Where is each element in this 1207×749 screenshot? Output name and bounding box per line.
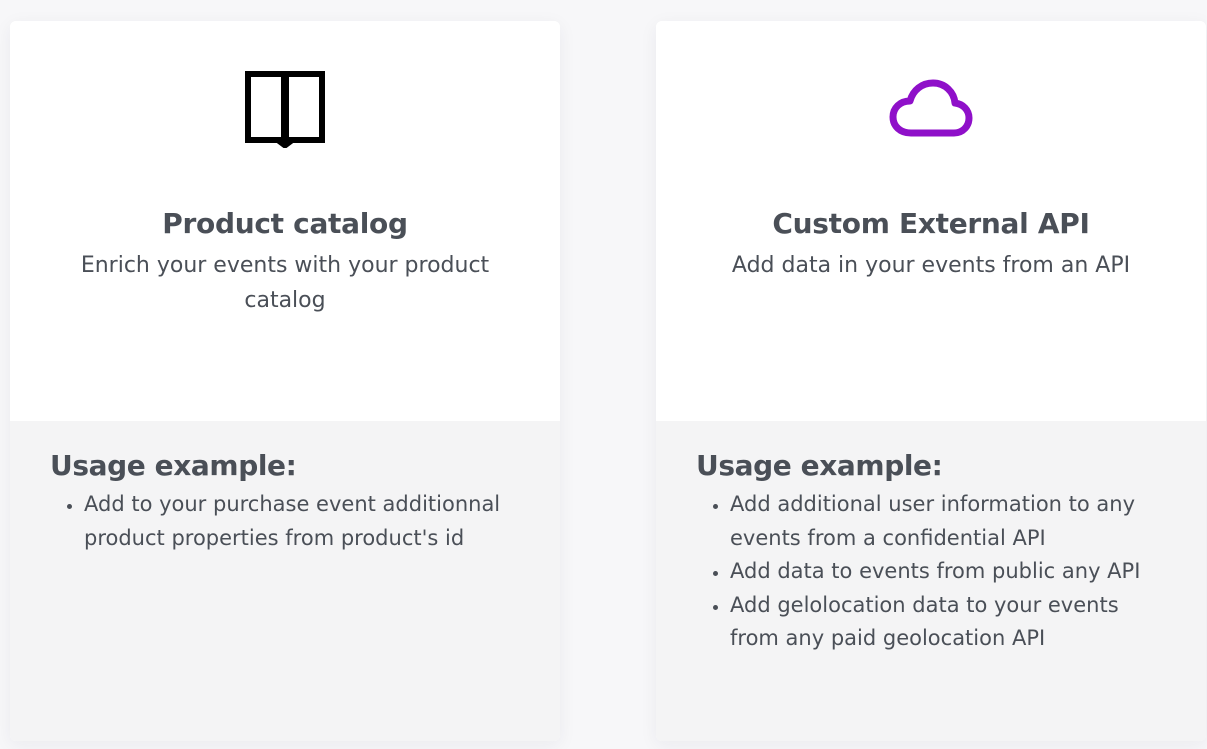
card-title: Product catalog xyxy=(162,207,408,240)
usage-heading: Usage example: xyxy=(696,449,943,482)
card-title: Custom External API xyxy=(772,207,1090,240)
integration-cards-page: Product catalog Enrich your events with … xyxy=(0,0,1207,749)
product-catalog-card[interactable]: Product catalog Enrich your events with … xyxy=(10,21,560,741)
card-icon-wrap xyxy=(656,71,1206,151)
book-icon xyxy=(244,70,326,152)
card-header: Product catalog Enrich your events with … xyxy=(10,21,560,421)
custom-external-api-card[interactable]: Custom External API Add data in your eve… xyxy=(656,21,1206,741)
card-icon-wrap xyxy=(10,71,560,151)
card-header: Custom External API Add data in your eve… xyxy=(656,21,1206,421)
card-description: Enrich your events with your product cat… xyxy=(80,253,490,313)
usage-section: Usage example: Add to your purchase even… xyxy=(10,421,560,741)
card-description: Add data in your events from an API xyxy=(731,253,1131,278)
usage-item: Add to your purchase event additionnal p… xyxy=(84,488,524,555)
usage-item: Add additional user information to any e… xyxy=(730,488,1170,555)
usage-list: Add to your purchase event additionnal p… xyxy=(50,488,524,555)
usage-item: Add data to events from public any API xyxy=(730,555,1170,589)
cloud-icon xyxy=(889,79,973,143)
usage-section: Usage example: Add additional user infor… xyxy=(656,421,1206,741)
usage-heading: Usage example: xyxy=(50,449,297,482)
usage-list: Add additional user information to any e… xyxy=(696,488,1170,656)
usage-item: Add gelolocation data to your events fro… xyxy=(730,589,1170,656)
